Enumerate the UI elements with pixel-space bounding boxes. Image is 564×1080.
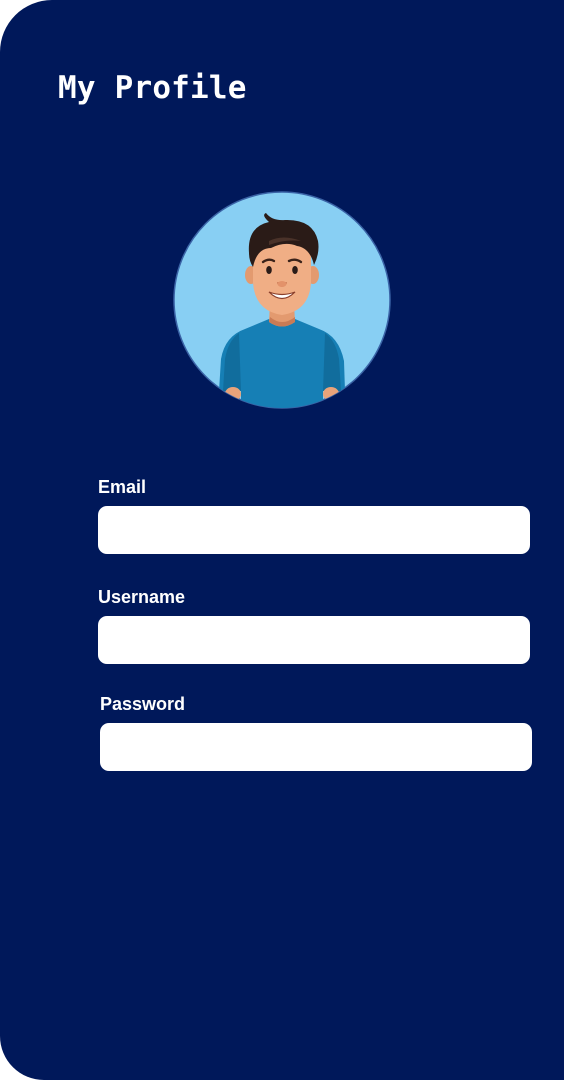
password-field[interactable] [100,723,532,771]
email-label: Email [98,477,147,497]
profile-panel: My Profile Email Username Password [0,0,564,1080]
profile-avatar[interactable] [173,191,391,409]
email-field[interactable] [98,506,530,554]
username-field[interactable] [98,616,530,664]
page-title: My Profile [58,70,247,106]
username-label: Username [98,587,186,607]
user-avatar-icon [173,191,391,409]
password-label: Password [100,694,186,714]
